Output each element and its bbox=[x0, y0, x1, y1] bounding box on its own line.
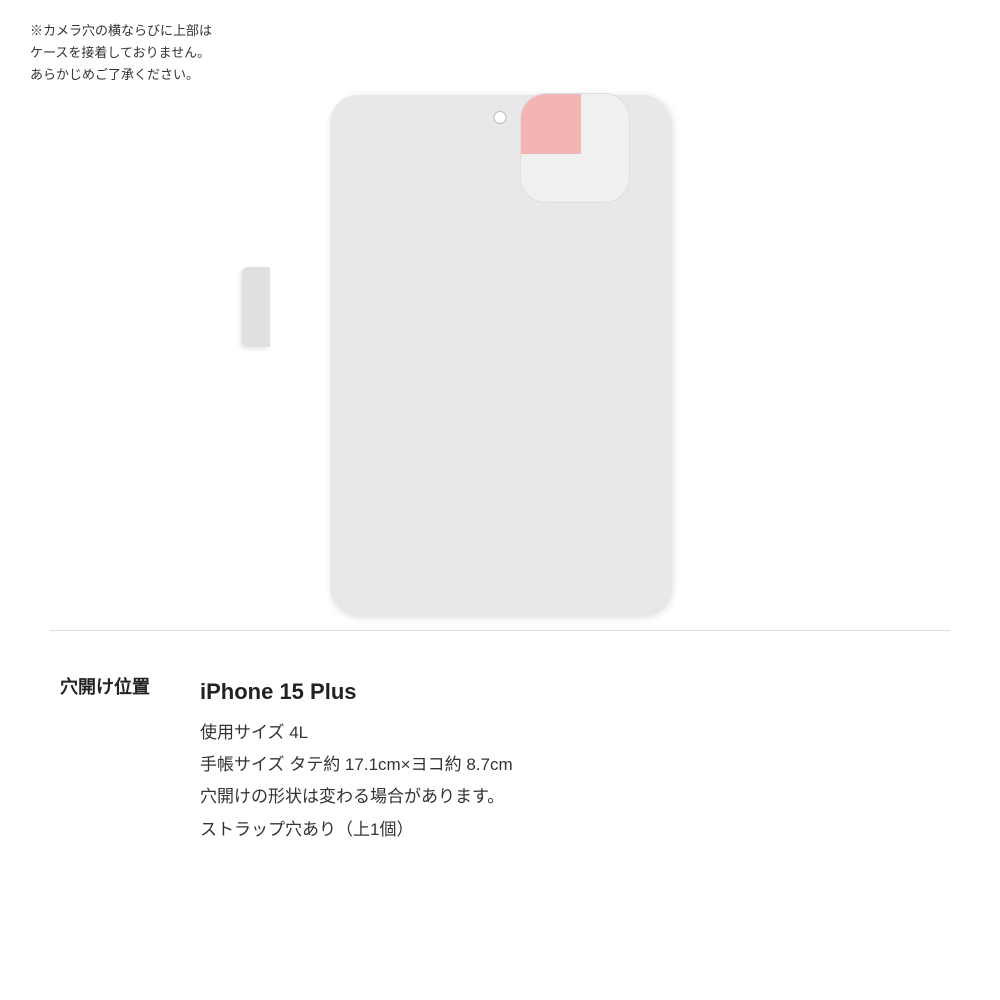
case-body bbox=[330, 95, 670, 615]
size-label: 使用サイズ 4L bbox=[200, 717, 940, 749]
case-illustration: ※カメラ穴の横ならびに上部はケースを接着しておりません。あらかじめご了承ください… bbox=[0, 0, 1000, 630]
info-label: 穴開け位置 bbox=[60, 673, 200, 699]
camera-note: ※カメラ穴の横ならびに上部はケースを接着しておりません。あらかじめご了承ください… bbox=[30, 20, 212, 86]
page-container: ※カメラ穴の横ならびに上部はケースを接着しておりません。あらかじめご了承ください… bbox=[0, 0, 1000, 1000]
camera-cutout bbox=[520, 93, 630, 203]
camera-note-text: ※カメラ穴の横ならびに上部はケースを接着しておりません。あらかじめご了承ください… bbox=[30, 23, 212, 82]
side-tab bbox=[242, 267, 270, 347]
info-content: iPhone 15 Plus 使用サイズ 4L 手帳サイズ タテ約 17.1cm… bbox=[200, 671, 940, 846]
hole-shape: 穴開けの形状は変わる場合があります。 bbox=[200, 781, 940, 813]
notebook-size: 手帳サイズ タテ約 17.1cm×ヨコ約 8.7cm bbox=[200, 749, 940, 781]
strap-hole bbox=[494, 111, 507, 124]
info-section: 穴開け位置 iPhone 15 Plus 使用サイズ 4L 手帳サイズ タテ約 … bbox=[0, 631, 1000, 886]
camera-accent bbox=[521, 94, 581, 154]
illustration-wrapper bbox=[270, 35, 730, 615]
model-name: iPhone 15 Plus bbox=[200, 671, 940, 713]
strap-info: ストラップ穴あり（上1個） bbox=[200, 814, 940, 846]
